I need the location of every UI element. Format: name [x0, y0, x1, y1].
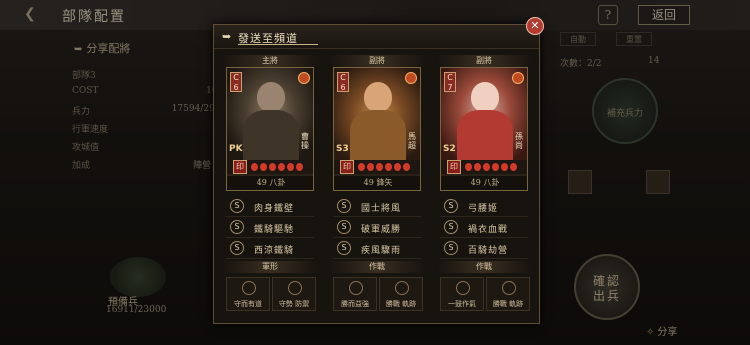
skill-row[interactable]: S 國士將風	[333, 197, 421, 217]
skill-row[interactable]: S 弓腰姬	[440, 197, 528, 217]
skill-name: 弓腰姬	[468, 204, 499, 214]
general-column: 副將 C 6 S3 馬 超印 49 鋒矢 S 國士將風 S 破軍威勝 S 疾風驟雨作戰勝而益強 勝戰 …	[329, 55, 425, 321]
title-underline	[238, 44, 318, 45]
awaken-dot-icon	[269, 163, 276, 171]
skill-s-icon: S	[230, 241, 244, 255]
send-icon: ➥	[222, 30, 232, 43]
awaken-dot-icon	[376, 163, 383, 171]
tactic-label: 勝戰 軌跡	[492, 300, 524, 308]
skill-name: 百騎劫營	[468, 246, 509, 256]
sword-icon	[502, 281, 516, 295]
skill-name: 破軍威勝	[361, 225, 402, 235]
tactic-slot[interactable]: 勝戰 軌跡	[379, 277, 423, 311]
banner-icon	[349, 281, 363, 295]
awaken-dot-icon	[385, 163, 392, 171]
skill-name: 肉身鐵壁	[254, 204, 295, 214]
skill-s-icon: S	[230, 199, 244, 213]
level-label: 49 八卦	[441, 176, 527, 190]
skill-row[interactable]: S 肉身鐵壁	[226, 197, 314, 217]
awaken-dot-icon	[492, 163, 499, 171]
section-label: 作戰	[329, 261, 425, 273]
skill-name: 鐵騎驅馳	[254, 225, 295, 235]
tactic-label: 勝而益強	[341, 300, 369, 308]
skill-s-icon: S	[337, 241, 351, 255]
awaken-dot-icon	[296, 163, 303, 171]
tactic-label: 守而有道	[234, 300, 262, 308]
skill-name: 國士將風	[361, 204, 402, 214]
awaken-dot-icon	[394, 163, 401, 171]
general-name: 馬 超	[408, 132, 416, 150]
skill-row[interactable]: S 禍衣血戰	[440, 218, 528, 238]
awaken-dot-icon	[510, 163, 517, 171]
shield-icon	[242, 281, 256, 295]
awaken-dot-icon	[465, 163, 472, 171]
dialog-header: ➥ 發送至頻道	[214, 25, 539, 49]
skill-row[interactable]: S 西涼鐵騎	[226, 239, 314, 259]
skill-name: 禍衣血戰	[468, 225, 509, 235]
skill-row[interactable]: S 疾風驟雨	[333, 239, 421, 259]
role-label: 副將	[436, 55, 532, 67]
awaken-dot-icon	[501, 163, 508, 171]
awaken-dot-icon	[403, 163, 410, 171]
general-card[interactable]: C 6 PK 曹 操印 49 八卦	[226, 67, 314, 191]
skill-name: 西涼鐵騎	[254, 246, 295, 256]
awaken-dot-icon	[260, 163, 267, 171]
skill-name: 疾風驟雨	[361, 246, 402, 256]
faction-icon	[298, 72, 310, 84]
grade-label: S2	[443, 144, 456, 154]
tactic-label: 守勢 防禦	[278, 300, 310, 308]
sword-icon	[395, 281, 409, 295]
tactic-slot[interactable]: 勝而益強	[333, 277, 377, 311]
send-to-channel-dialog: ➥ 發送至頻道 ✕ 主將 C 6 PK 曹 操印 49 八卦 S 肉身鐵壁 S 鐵騎驅馳 S 西涼鐵…	[213, 17, 544, 324]
general-column: 主將 C 6 PK 曹 操印 49 八卦 S 肉身鐵壁 S 鐵騎驅馳 S 西涼鐵騎軍形守而有道 守勢 …	[222, 55, 318, 321]
faction-icon	[405, 72, 417, 84]
section-label: 作戰	[436, 261, 532, 273]
skill-s-icon: S	[444, 199, 458, 213]
skill-s-icon: S	[337, 199, 351, 213]
faction-icon	[512, 72, 524, 84]
tactic-label: 一鼓作氣	[448, 300, 476, 308]
general-name: 曹 操	[301, 132, 309, 150]
general-card[interactable]: C 7 S2 孫 尚印 49 八卦	[440, 67, 528, 191]
awaken-dot-icon	[474, 163, 481, 171]
cost-badge: C 6	[230, 72, 242, 92]
awaken-dot-icon	[358, 163, 365, 171]
skill-s-icon: S	[444, 220, 458, 234]
awaken-dot-icon	[278, 163, 285, 171]
tactic-slot[interactable]: 守而有道	[226, 277, 270, 311]
drum-icon	[456, 281, 470, 295]
skill-row[interactable]: S 百騎劫營	[440, 239, 528, 259]
level-label: 49 八卦	[227, 176, 313, 190]
level-label: 49 鋒矢	[334, 176, 420, 190]
general-name: 孫 尚	[515, 132, 523, 150]
seal-icon: 印	[340, 160, 354, 174]
awaken-dot-icon	[367, 163, 374, 171]
skill-s-icon: S	[230, 220, 244, 234]
section-label: 軍形	[222, 261, 318, 273]
awaken-dot-icon	[251, 163, 258, 171]
skill-s-icon: S	[444, 241, 458, 255]
tactic-slot[interactable]: 一鼓作氣	[440, 277, 484, 311]
role-label: 主將	[222, 55, 318, 67]
fortress-icon	[288, 281, 302, 295]
general-column: 副將 C 7 S2 孫 尚印 49 八卦 S 弓腰姬 S 禍衣血戰 S 百騎劫營作戰一鼓作氣 勝戰 軌…	[436, 55, 532, 321]
cost-badge: C 7	[444, 72, 456, 92]
close-button[interactable]: ✕	[526, 17, 544, 35]
tactic-label: 勝戰 軌跡	[385, 300, 417, 308]
grade-label: PK	[229, 144, 243, 154]
seal-icon: 印	[233, 160, 247, 174]
skill-s-icon: S	[337, 220, 351, 234]
general-card[interactable]: C 6 S3 馬 超印 49 鋒矢	[333, 67, 421, 191]
role-label: 副將	[329, 55, 425, 67]
skill-row[interactable]: S 鐵騎驅馳	[226, 218, 314, 238]
cost-badge: C 6	[337, 72, 349, 92]
tactic-slot[interactable]: 勝戰 軌跡	[486, 277, 530, 311]
grade-label: S3	[336, 144, 349, 154]
awaken-dot-icon	[287, 163, 294, 171]
skill-row[interactable]: S 破軍威勝	[333, 218, 421, 238]
seal-icon: 印	[447, 160, 461, 174]
awaken-dot-icon	[483, 163, 490, 171]
tactic-slot[interactable]: 守勢 防禦	[272, 277, 316, 311]
